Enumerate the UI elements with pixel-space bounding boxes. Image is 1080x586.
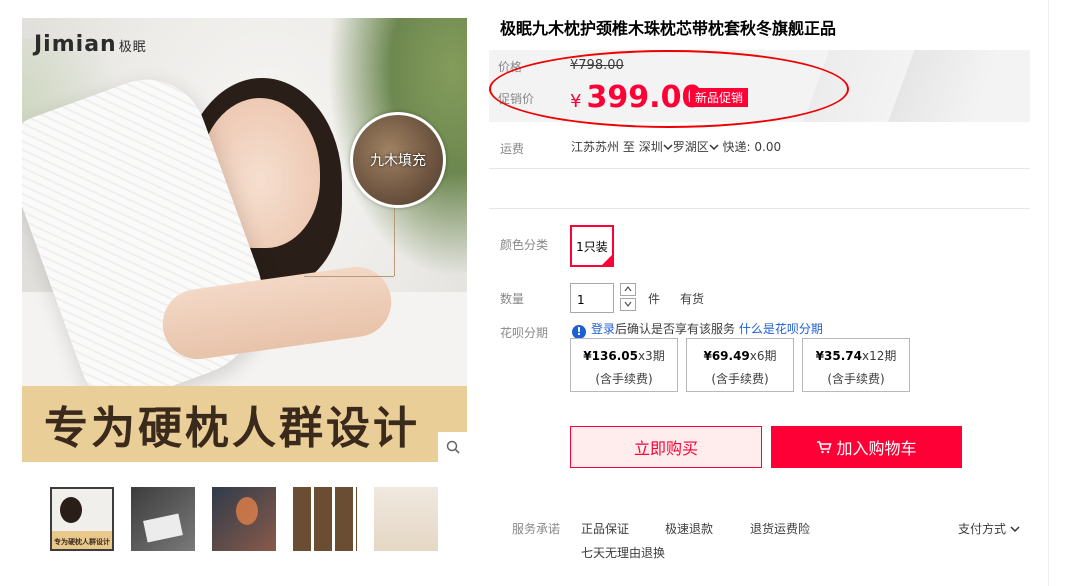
payment-label: 支付方式: [958, 522, 1007, 536]
quantity-decrease-button[interactable]: [620, 298, 636, 311]
quantity-unit: 件: [648, 292, 661, 306]
district-select[interactable]: 罗湖区: [673, 140, 719, 154]
buy-now-label: 立即购买: [633, 439, 698, 458]
huabei-label: 花呗分期: [500, 326, 549, 340]
sku-label: 颜色分类: [500, 238, 549, 252]
huabei-info: ! 登录后确认是否享有该服务 什么是花呗分期: [572, 320, 823, 339]
city-select[interactable]: 深圳: [639, 140, 673, 154]
zoom-button[interactable]: [438, 432, 468, 462]
installment-periods: x12期: [861, 349, 897, 363]
huabei-info-text: 后确认是否享有该服务: [615, 322, 736, 336]
installment-fee: (含手续费): [827, 372, 885, 386]
buy-now-button[interactable]: 立即购买: [570, 426, 762, 468]
quantity-label: 数量: [500, 292, 525, 306]
ship-to-word: 至: [622, 140, 635, 154]
installment-amount: ¥35.74: [815, 349, 862, 363]
service-item: 七天无理由退换: [581, 546, 666, 560]
thumb-pillow: [143, 513, 183, 543]
banner-text: 专为硬枕人群设计: [44, 403, 420, 454]
filling-badge: 九木填充: [350, 112, 446, 208]
info-icon: !: [572, 325, 586, 339]
thumb-caption: 专为硬枕人群设计: [54, 538, 110, 546]
chevron-down-icon: [709, 144, 719, 151]
stock-status: 有货: [680, 292, 705, 306]
sku-option-selected[interactable]: 1只装: [570, 225, 614, 267]
page-edge-divider: [1048, 0, 1049, 586]
main-product-image[interactable]: Jimian 极眠 九木填充 专为硬枕人群设计: [22, 18, 467, 462]
thumb-highlight: [236, 497, 258, 525]
product-title: 极眠九木枕护颈椎木珠枕芯带枕套秋冬旗舰正品: [500, 19, 837, 38]
installment-amount: ¥136.05: [583, 349, 638, 363]
service-item: 退货运费险: [750, 522, 811, 536]
highlight-ellipse: [489, 50, 849, 128]
quantity-increase-button[interactable]: [620, 283, 636, 296]
installment-fee: (含手续费): [711, 372, 769, 386]
badge-connector: [394, 204, 395, 276]
huabei-help-link[interactable]: 什么是花呗分期: [739, 322, 823, 336]
thumbnail-2[interactable]: [131, 487, 195, 551]
thumbnail-5[interactable]: [374, 487, 438, 551]
installment-option-3[interactable]: ¥136.05x3期 (含手续费): [570, 338, 678, 392]
brand-logo: Jimian 极眠: [34, 32, 147, 57]
thumb-figure: [60, 497, 82, 523]
image-banner: 专为硬枕人群设计: [22, 386, 467, 462]
thumbnail-3[interactable]: [212, 487, 276, 551]
badge-connector-horizontal: [304, 276, 394, 277]
thumbnail-1[interactable]: 专为硬枕人群设计: [50, 487, 114, 551]
divider: [489, 168, 1030, 169]
installment-fee: (含手续费): [595, 372, 653, 386]
quantity-input[interactable]: 1: [570, 283, 614, 313]
shipping-info: 江苏苏州 至 深圳 罗湖区 快递: 0.00: [571, 138, 781, 155]
add-to-cart-label: 加入购物车: [836, 439, 917, 458]
installment-option-12[interactable]: ¥35.74x12期 (含手续费): [802, 338, 910, 392]
login-link[interactable]: 登录: [591, 322, 615, 336]
ship-from: 江苏苏州: [571, 140, 620, 154]
chevron-down-icon: [663, 144, 673, 151]
installment-periods: x6期: [749, 349, 777, 363]
service-label: 服务承诺: [512, 522, 561, 536]
installment-amount: ¥69.49: [703, 349, 750, 363]
thumbnail-4[interactable]: [293, 487, 357, 551]
sku-option-text: 1只装: [576, 239, 608, 254]
cart-icon: [817, 441, 833, 454]
shipping-label: 运费: [500, 142, 525, 156]
selected-check-icon: [601, 254, 613, 266]
installment-option-6[interactable]: ¥69.49x6期 (含手续费): [686, 338, 794, 392]
chevron-down-icon: [624, 301, 632, 307]
payment-methods-toggle[interactable]: 支付方式: [958, 520, 1020, 537]
add-to-cart-button[interactable]: 加入购物车: [771, 426, 962, 468]
search-icon: [446, 440, 460, 454]
service-item: 极速退款: [665, 522, 714, 536]
service-item: 正品保证: [581, 522, 630, 536]
divider: [489, 208, 1030, 209]
express-fee: 快递: 0.00: [722, 140, 782, 154]
chevron-up-icon: [624, 286, 632, 292]
installment-periods: x3期: [637, 349, 665, 363]
chevron-down-icon: [1010, 526, 1020, 533]
